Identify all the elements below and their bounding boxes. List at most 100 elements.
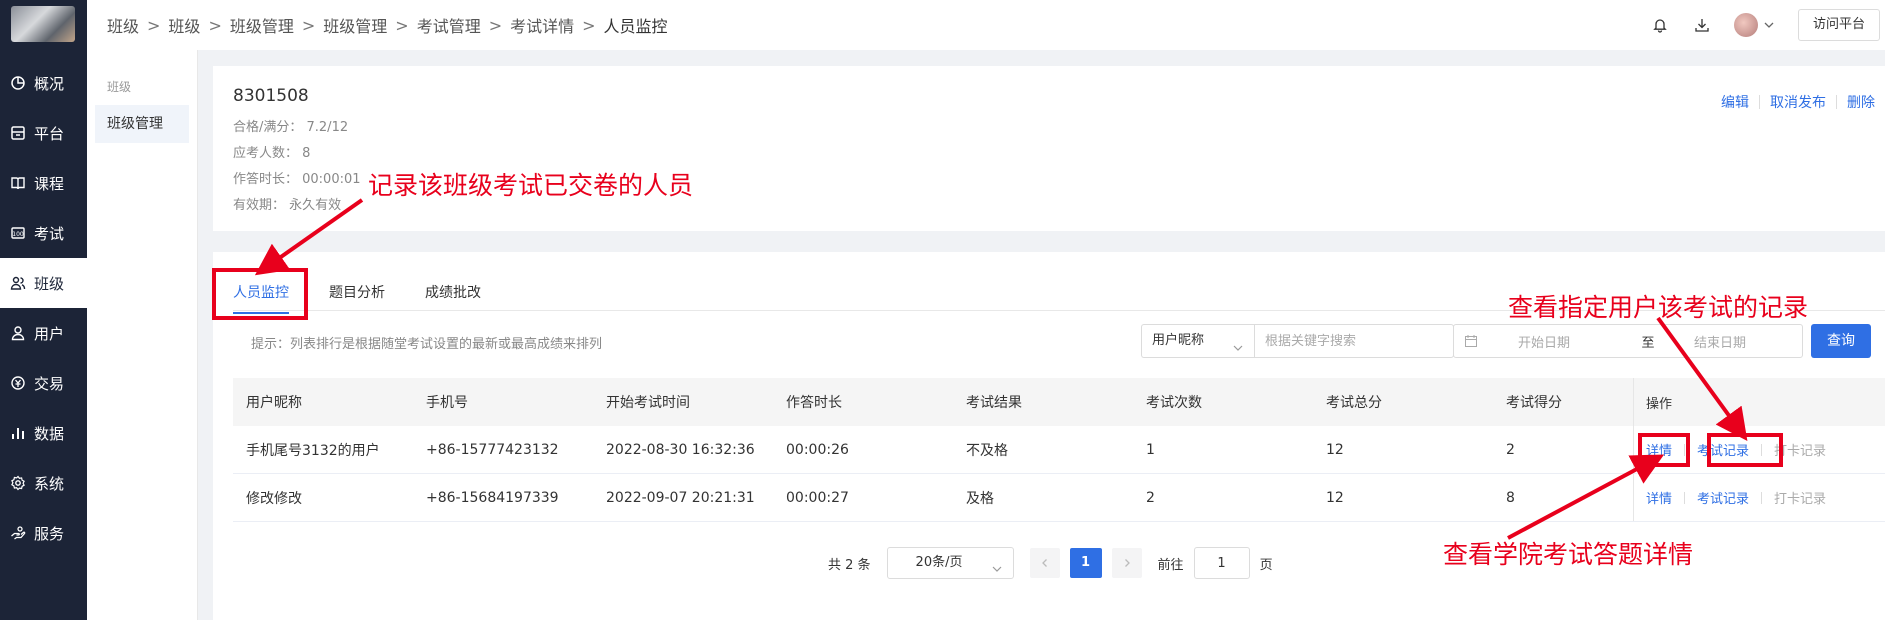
sidebar-item-platform[interactable]: 平台 (0, 108, 87, 158)
prev-page-button[interactable] (1029, 548, 1060, 578)
page-size-select[interactable]: 20条/页 (886, 547, 1014, 579)
sidebar-item-label: 平台 (34, 124, 65, 143)
topbar-actions: 访问平台 (1650, 0, 1885, 50)
column-header: 手机号 (426, 395, 468, 411)
list-hint: 提示：列表排行是根据随堂考试设置的最新或最高成绩来排列 (251, 337, 603, 352)
sidebar-item-label: 服务 (34, 524, 65, 543)
breadcrumb-item[interactable]: 班级管理 (323, 13, 387, 37)
sidebar-item-data[interactable]: 数据 (0, 408, 87, 458)
breadcrumb-item[interactable]: 班级管理 (230, 13, 294, 37)
breadcrumb-item[interactable]: 班级 (107, 13, 139, 37)
edit-button[interactable]: 编辑 (1711, 92, 1759, 112)
cell-result: 不及格 (966, 442, 1008, 459)
pie-chart-icon (10, 75, 26, 91)
main-sidebar: 概况 平台 课程 100 考试 班级 用户 交易 数据 系统 服务 (0, 0, 87, 620)
cell-name: 手机尾号3132的用户 (246, 442, 380, 459)
bell-icon[interactable] (1650, 15, 1670, 35)
breadcrumb: 班级 > 班级 > 班级管理 > 班级管理 > 考试管理 > 考试详情 > 人员… (87, 13, 668, 37)
sidebar-item-label: 用户 (34, 324, 65, 343)
cell-phone: +86-15684197339 (426, 489, 559, 506)
column-header: 考试得分 (1506, 395, 1562, 411)
chevron-right-icon: > (488, 15, 503, 35)
date-range-picker[interactable]: 开始日期 至 结束日期 (1453, 324, 1803, 358)
exam-expected-count: 应考人数： 8 (233, 146, 311, 161)
cell-total: 12 (1326, 441, 1344, 458)
sidebar-item-service[interactable]: 服务 (0, 508, 87, 558)
sidebar-item-exam[interactable]: 100 考试 (0, 208, 87, 258)
page-size-value: 20条/页 (915, 555, 963, 570)
start-date-input[interactable]: 开始日期 (1488, 332, 1628, 351)
detail-link[interactable]: 详情 (1646, 488, 1672, 507)
breadcrumb-item[interactable]: 班级 (168, 13, 200, 37)
breadcrumb-item[interactable]: 考试管理 (417, 13, 481, 37)
sidebar-item-user[interactable]: 用户 (0, 308, 87, 358)
user-icon (10, 325, 26, 341)
annotation-box-record (1707, 433, 1783, 467)
column-header: 操作 (1633, 378, 1885, 426)
divider (1761, 491, 1763, 504)
app-logo[interactable] (11, 6, 75, 42)
gear-icon (10, 475, 26, 491)
download-icon[interactable] (1692, 15, 1712, 35)
checkin-record-link[interactable]: 打卡记录 (1774, 488, 1826, 507)
cell-score: 2 (1506, 441, 1515, 458)
sidebar-item-system[interactable]: 系统 (0, 458, 87, 508)
sidebar-item-overview[interactable]: 概况 (0, 58, 87, 108)
column-header: 考试总分 (1326, 395, 1382, 411)
field-select[interactable]: 用户昵称 (1141, 324, 1254, 358)
transaction-icon (10, 375, 26, 391)
page-unit-label: 页 (1259, 557, 1273, 573)
chevron-right-icon: > (395, 15, 409, 35)
exam-record-link[interactable]: 考试记录 (1697, 488, 1749, 507)
delete-button[interactable]: 删除 (1837, 92, 1885, 112)
chevron-right-icon: > (582, 15, 596, 35)
exam-icon: 100 (10, 225, 26, 241)
column-header: 考试次数 (1146, 395, 1202, 411)
subsidebar-item-class-management[interactable]: 班级管理 (95, 105, 189, 143)
sidebar-item-course[interactable]: 课程 (0, 158, 87, 208)
exam-pass-score: 合格/满分： 7.2/12 (233, 120, 349, 135)
exam-title: 8301508 (233, 86, 309, 106)
chevron-down-icon[interactable] (1762, 18, 1776, 32)
chevron-down-icon (991, 557, 1003, 572)
cell-name: 修改修改 (246, 490, 302, 507)
column-header: 作答时长 (786, 395, 842, 411)
breadcrumb-current: 人员监控 (603, 17, 668, 36)
goto-page-input[interactable] (1193, 547, 1250, 579)
unpublish-button[interactable]: 取消发布 (1760, 92, 1836, 112)
keyword-search-input[interactable] (1254, 324, 1454, 358)
sidebar-item-class[interactable]: 班级 (0, 258, 87, 308)
sidebar-item-label: 系统 (34, 474, 65, 493)
cell-start-time: 2022-09-07 20:21:31 (606, 489, 755, 506)
search-button[interactable]: 查询 (1811, 324, 1871, 358)
sidebar-item-transaction[interactable]: 交易 (0, 358, 87, 408)
annotation-view-detail: 查看学院考试答题详情 (1443, 540, 1694, 569)
cell-result: 及格 (966, 490, 994, 507)
chevron-right-icon: > (147, 15, 161, 35)
sidebar-item-label: 数据 (34, 424, 65, 443)
book-icon (10, 175, 26, 191)
page-number-current[interactable]: 1 (1069, 548, 1102, 578)
sidebar-item-label: 班级 (34, 274, 65, 293)
end-date-input[interactable]: 结束日期 (1668, 332, 1746, 351)
chevron-right-icon: > (208, 15, 222, 35)
breadcrumb-item[interactable]: 考试详情 (510, 13, 574, 37)
cell-operations: 详情 考试记录 打卡记录 (1633, 474, 1885, 521)
next-page-button[interactable] (1111, 548, 1142, 578)
topbar: 班级 > 班级 > 班级管理 > 班级管理 > 考试管理 > 考试详情 > 人员… (87, 0, 1885, 50)
exam-duration: 作答时长： 00:00:01 (233, 172, 361, 187)
annotation-view-record: 查看指定用户该考试的记录 (1508, 293, 1809, 322)
date-range-separator: 至 (1641, 335, 1655, 351)
cell-start-time: 2022-08-30 16:32:36 (606, 441, 755, 458)
sidebar-item-label: 考试 (34, 224, 65, 243)
cell-total: 12 (1326, 489, 1344, 506)
annotation-box-member-tab (212, 268, 308, 320)
chevron-down-icon (1232, 335, 1244, 351)
exam-validity: 有效期： 永久有效 (233, 198, 342, 213)
table-header: 用户昵称 手机号 开始考试时间 作答时长 考试结果 考试次数 考试总分 考试得分… (233, 378, 1885, 426)
avatar[interactable] (1733, 13, 1758, 37)
cell-attempts: 1 (1146, 441, 1155, 458)
cell-duration: 00:00:27 (786, 489, 849, 506)
visit-platform-button[interactable]: 访问平台 (1797, 9, 1880, 41)
pagination: 共 2 条 20条/页 1 前往 页 (828, 547, 1273, 579)
